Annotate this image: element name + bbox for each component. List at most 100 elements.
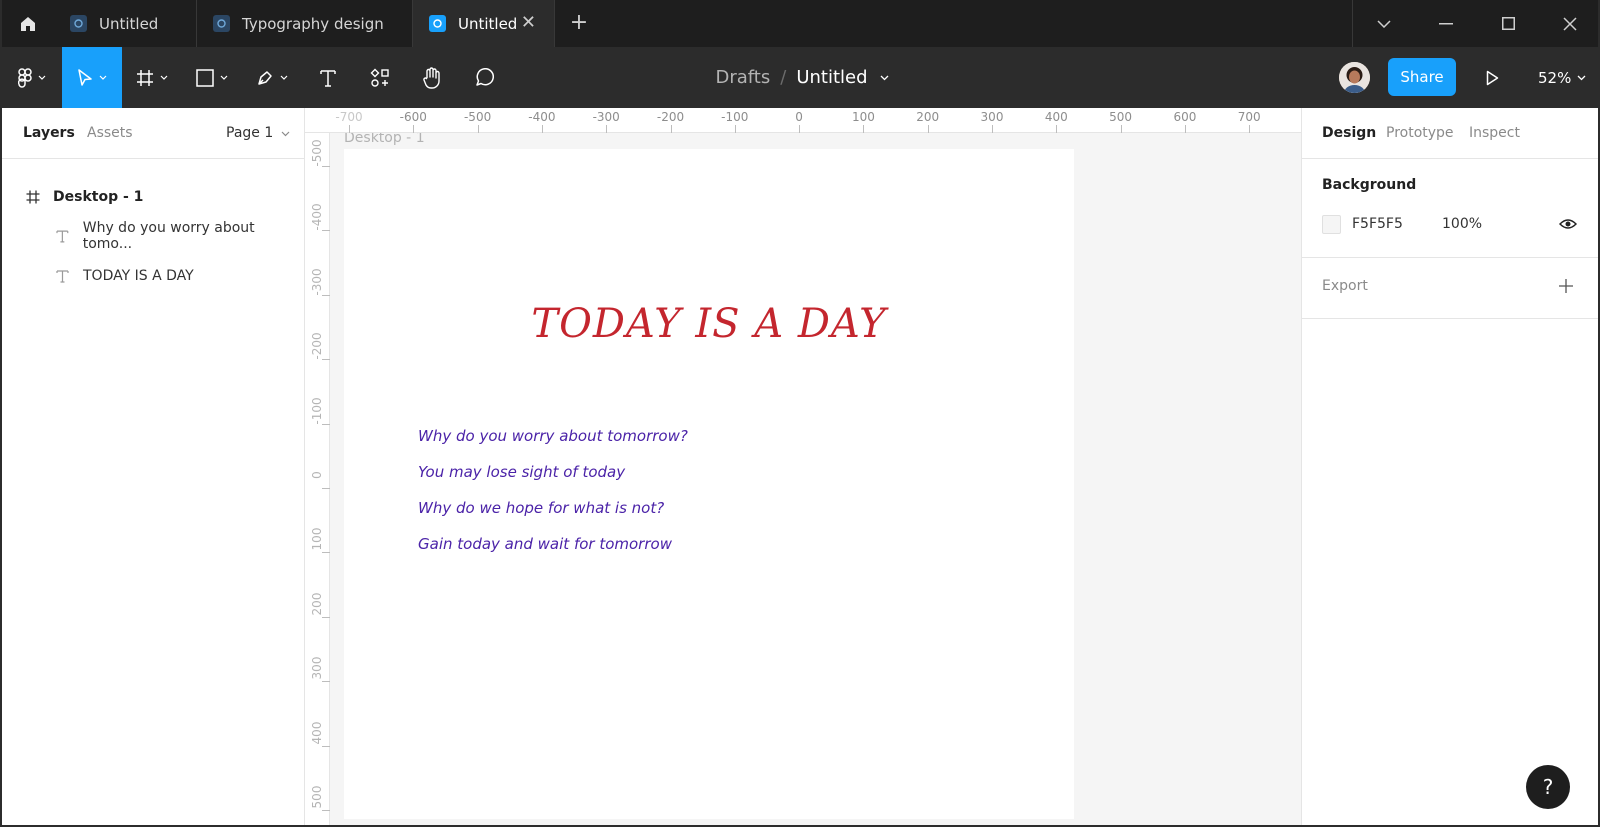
background-section: Background F5F5F5 100% bbox=[1302, 159, 1598, 258]
tab-inspect[interactable]: Inspect bbox=[1469, 125, 1520, 141]
tab-design[interactable]: Design bbox=[1322, 125, 1376, 141]
desktop-frame[interactable]: TODAY IS A DAY Why do you worry about to… bbox=[344, 149, 1074, 819]
play-icon bbox=[1486, 70, 1498, 85]
ruler-label: 100 bbox=[310, 527, 324, 551]
tab-layers[interactable]: Layers bbox=[23, 125, 75, 141]
ruler-label: 200 bbox=[916, 110, 940, 124]
background-opacity[interactable]: 100% bbox=[1442, 216, 1482, 232]
ruler-tick bbox=[992, 125, 993, 133]
ruler-label: 0 bbox=[795, 110, 803, 124]
home-button[interactable] bbox=[2, 0, 54, 47]
ruler-tick bbox=[349, 125, 350, 133]
ruler-tick bbox=[863, 125, 865, 133]
tabs-dropdown-icon[interactable] bbox=[1353, 0, 1415, 47]
maximize-icon[interactable] bbox=[1477, 0, 1539, 47]
body-line[interactable]: Why do we hope for what is not? bbox=[418, 499, 664, 517]
background-title: Background bbox=[1322, 177, 1417, 193]
heading-text[interactable]: TODAY IS A DAY bbox=[344, 301, 1074, 347]
ruler-label: -400 bbox=[310, 203, 324, 232]
eye-icon[interactable] bbox=[1559, 218, 1577, 230]
ruler-label: 300 bbox=[310, 656, 324, 680]
ruler-tick bbox=[322, 745, 330, 747]
layer-label: TODAY IS A DAY bbox=[83, 268, 194, 284]
layer-frame-desktop-1[interactable]: Desktop - 1 bbox=[2, 177, 304, 217]
tab-label: Untitled bbox=[458, 14, 518, 33]
ruler-tick bbox=[606, 125, 608, 133]
present-button[interactable] bbox=[1468, 47, 1516, 108]
ruler-label: -500 bbox=[463, 110, 492, 124]
ruler-label: 200 bbox=[310, 592, 324, 616]
body-line[interactable]: You may lose sight of today bbox=[418, 463, 625, 481]
ruler-tick bbox=[322, 616, 330, 618]
ruler-label: -600 bbox=[399, 110, 427, 124]
new-tab-icon[interactable]: + bbox=[566, 10, 592, 36]
ruler-label: -400 bbox=[528, 110, 556, 124]
ruler-tick bbox=[322, 359, 330, 361]
tab-assets[interactable]: Assets bbox=[87, 125, 133, 141]
avatar[interactable] bbox=[1339, 62, 1370, 93]
layer-label: Why do you worry about tomo... bbox=[82, 220, 255, 252]
ruler-label: -300 bbox=[592, 110, 620, 124]
chevron-down-icon[interactable] bbox=[880, 75, 889, 81]
close-tab-icon[interactable]: ✕ bbox=[521, 13, 536, 33]
ruler-tick bbox=[541, 125, 543, 133]
ruler-tick bbox=[1184, 125, 1186, 133]
vertical-ruler: -500 -400 -300 -200 -100 0 100 200 300 400 500 bbox=[305, 133, 330, 825]
canvas[interactable]: Desktop - 1 TODAY IS A DAY Why do you wo… bbox=[305, 108, 1301, 825]
zoom-menu[interactable]: 52% bbox=[1538, 47, 1586, 108]
ruler-tick bbox=[1056, 125, 1058, 133]
text-layer-icon bbox=[56, 230, 69, 242]
chevron-down-icon bbox=[281, 131, 290, 137]
close-window-icon[interactable] bbox=[1539, 0, 1598, 47]
ruler-tick bbox=[734, 125, 736, 133]
ruler-label: 400 bbox=[310, 721, 324, 745]
ruler-tick bbox=[322, 681, 330, 683]
minimize-icon[interactable] bbox=[1415, 0, 1477, 47]
tab-label: Untitled bbox=[99, 14, 159, 33]
ruler-tick bbox=[322, 423, 330, 425]
tab-typography-design[interactable]: Typography design bbox=[197, 0, 413, 47]
ruler-tick bbox=[322, 552, 330, 554]
plus-icon[interactable] bbox=[1559, 279, 1573, 293]
ruler-label: -300 bbox=[310, 268, 324, 296]
tab-untitled-1[interactable]: Untitled bbox=[54, 0, 197, 47]
ruler-label: 300 bbox=[980, 110, 1004, 124]
file-name[interactable]: Untitled bbox=[796, 67, 867, 88]
tab-label: Typography design bbox=[242, 14, 384, 33]
ruler-label: -200 bbox=[310, 332, 324, 360]
design-panel: Design Prototype Inspect Background F5F5… bbox=[1301, 108, 1598, 825]
ruler-label: 500 bbox=[1109, 110, 1133, 124]
share-button[interactable]: Share bbox=[1388, 58, 1456, 96]
figma-file-icon bbox=[70, 15, 87, 32]
body-line[interactable]: Gain today and wait for tomorrow bbox=[418, 535, 672, 553]
breadcrumb-separator: / bbox=[780, 67, 787, 88]
help-button[interactable]: ? bbox=[1526, 765, 1570, 809]
ruler-tick bbox=[927, 125, 929, 133]
ruler-tick bbox=[322, 294, 330, 296]
page-selector[interactable]: Page 1 bbox=[226, 125, 290, 141]
ruler-tick bbox=[1120, 125, 1122, 133]
ruler-label: 400 bbox=[1044, 110, 1068, 124]
figma-window: Untitled Typography design Untitled ✕ + bbox=[0, 0, 1600, 827]
tab-prototype[interactable]: Prototype bbox=[1386, 125, 1454, 141]
ruler-label: 100 bbox=[851, 110, 875, 124]
chevron-down-icon bbox=[1577, 75, 1586, 80]
figma-file-icon bbox=[429, 15, 446, 32]
ruler-label: 500 bbox=[310, 785, 324, 809]
title-bar: Untitled Typography design Untitled ✕ + bbox=[2, 0, 1598, 47]
tab-untitled-active[interactable]: Untitled ✕ bbox=[413, 0, 555, 47]
layer-text-today[interactable]: TODAY IS A DAY bbox=[2, 256, 304, 296]
page-name: Page 1 bbox=[226, 125, 274, 141]
background-hex[interactable]: F5F5F5 bbox=[1352, 216, 1403, 232]
text-layer-icon bbox=[56, 269, 69, 283]
background-swatch[interactable] bbox=[1322, 215, 1341, 234]
breadcrumb-drafts[interactable]: Drafts bbox=[715, 67, 770, 88]
ruler-label: 700 bbox=[1237, 110, 1261, 124]
export-section: Export bbox=[1302, 258, 1598, 319]
layer-text-why[interactable]: Why do you worry about tomo... bbox=[2, 216, 304, 256]
ruler-tick bbox=[670, 125, 672, 133]
layer-label: Desktop - 1 bbox=[53, 189, 144, 205]
ruler-tick bbox=[1249, 125, 1251, 133]
body-line[interactable]: Why do you worry about tomorrow? bbox=[418, 427, 688, 445]
ruler-label: -700 bbox=[335, 110, 363, 124]
